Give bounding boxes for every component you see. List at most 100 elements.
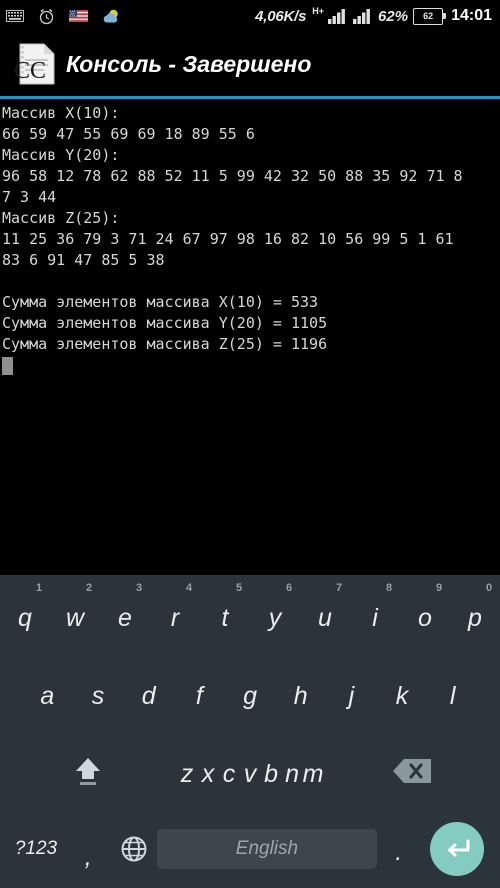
key-q[interactable]: 1 q [0, 575, 50, 653]
key-label: n [285, 760, 299, 789]
key-d[interactable]: d [123, 653, 174, 731]
console-line: Сумма элементов массива Y(20) = 1105 [2, 314, 328, 332]
signal-bars-icon-1 [328, 9, 345, 24]
key-label: e [118, 603, 132, 632]
key-w[interactable]: 2 w [50, 575, 100, 653]
status-bar: 4,06K/s H+ 62% 62 14:01 [0, 0, 500, 32]
key-j[interactable]: j [326, 653, 377, 731]
key-label: v [243, 760, 257, 789]
key-label: t [221, 603, 229, 632]
console-cursor [2, 357, 13, 375]
key-label: r [170, 603, 180, 632]
key-hint: 4 [185, 582, 193, 594]
key-i[interactable]: 8 i [350, 575, 400, 653]
us-flag-icon [69, 10, 88, 22]
key-f[interactable]: f [174, 653, 225, 731]
period-key[interactable]: . [377, 830, 421, 867]
enter-icon [448, 839, 470, 857]
console-line: 11 25 36 79 3 71 24 67 97 98 16 82 10 56… [2, 230, 454, 248]
console-line: Сумма элементов массива Z(25) = 1196 [2, 335, 328, 353]
key-label: c [222, 760, 236, 789]
key-u[interactable]: 7 u [300, 575, 350, 653]
battery-percent-text: 62% [378, 7, 409, 25]
clock-text: 14:01 [451, 7, 492, 24]
key-m[interactable]: m [303, 732, 324, 810]
key-t[interactable]: 5 t [200, 575, 250, 653]
key-b[interactable]: b [261, 732, 282, 810]
svg-text:C: C [30, 58, 46, 84]
key-o[interactable]: 9 o [400, 575, 450, 653]
key-k[interactable]: k [377, 653, 428, 731]
comma-key[interactable]: , [66, 825, 110, 872]
key-label: p [468, 603, 482, 632]
keyboard-row-qwerty: 1 q 2 w 3 e 4 r 5 t 6 y 7 u 8 i 9 o 0 p [0, 575, 500, 653]
key-h[interactable]: h [275, 653, 326, 731]
key-c[interactable]: c [219, 732, 240, 810]
console-output-area[interactable]: Массив X(10): 66 59 47 55 69 69 18 89 55… [0, 99, 500, 575]
signal-bars-icon-2 [353, 9, 370, 24]
keyboard-row-asdf: a s d f g h j k l [0, 653, 500, 731]
console-line: Массив Z(25): [2, 209, 120, 227]
key-hint: 6 [285, 582, 293, 594]
key-label: o [418, 603, 432, 632]
keyboard-row-zxcv: z x c v b n m [0, 732, 500, 810]
key-y[interactable]: 6 y [250, 575, 300, 653]
network-speed-text: 4,06K/s [255, 7, 307, 25]
key-label: k [395, 681, 409, 710]
key-hint: 0 [485, 582, 493, 594]
key-hint: 2 [85, 582, 93, 594]
console-line: Сумма элементов массива X(10) = 533 [2, 293, 319, 311]
console-line: 66 59 47 55 69 69 18 89 55 6 [2, 125, 255, 143]
key-label: j [348, 681, 355, 710]
key-n[interactable]: n [282, 732, 303, 810]
shift-icon [76, 757, 101, 785]
key-label: m [302, 760, 324, 789]
key-p[interactable]: 0 p [450, 575, 500, 653]
keyboard-row-bottom: ?123 , English . [0, 810, 500, 888]
key-s[interactable]: s [73, 653, 124, 731]
console-line: Массив Y(20): [2, 146, 120, 164]
key-e[interactable]: 3 e [100, 575, 150, 653]
key-label: l [449, 681, 456, 710]
console-line: 7 3 44 [2, 188, 57, 206]
key-a[interactable]: a [22, 653, 73, 731]
network-type-label: H+ [312, 6, 325, 16]
language-switch-key[interactable] [110, 835, 157, 863]
key-g[interactable]: g [225, 653, 276, 731]
key-hint: 1 [35, 582, 43, 594]
console-line: 83 6 91 47 85 5 38 [2, 251, 165, 269]
shift-key[interactable] [0, 754, 176, 788]
key-v[interactable]: v [240, 732, 261, 810]
key-label: q [18, 603, 32, 632]
backspace-key[interactable] [324, 757, 500, 785]
space-key[interactable]: English [157, 828, 377, 869]
status-bar-system-icons: 4,06K/s H+ 62% 62 14:01 [255, 6, 492, 25]
enter-button-circle [430, 821, 485, 876]
on-screen-keyboard: 1 q 2 w 3 e 4 r 5 t 6 y 7 u 8 i 9 o 0 p … [0, 575, 500, 888]
key-hint: 8 [385, 582, 393, 594]
weather-cloud-icon [103, 9, 118, 22]
key-label: y [268, 603, 282, 632]
key-hint: 9 [435, 582, 443, 594]
enter-key[interactable] [421, 821, 494, 876]
key-label: i [372, 603, 378, 632]
alarm-clock-icon [39, 8, 54, 24]
key-label: u [318, 603, 332, 632]
page-title: Консоль - Завершено [66, 50, 312, 77]
battery-level-number: 62 [423, 10, 434, 21]
key-label: d [141, 681, 156, 710]
key-label: f [195, 681, 203, 710]
key-hint: 5 [235, 582, 243, 594]
key-z[interactable]: z [176, 732, 197, 810]
globe-icon [121, 836, 147, 862]
key-label: x [201, 760, 215, 789]
key-x[interactable]: x [197, 732, 218, 810]
status-bar-notification-icons [6, 8, 120, 25]
key-label: a [40, 681, 55, 710]
c-document-icon: C C [14, 43, 55, 85]
key-l[interactable]: l [427, 653, 478, 731]
key-label: w [65, 603, 85, 632]
key-r[interactable]: 4 r [150, 575, 200, 653]
symbols-key[interactable]: ?123 [6, 838, 66, 860]
